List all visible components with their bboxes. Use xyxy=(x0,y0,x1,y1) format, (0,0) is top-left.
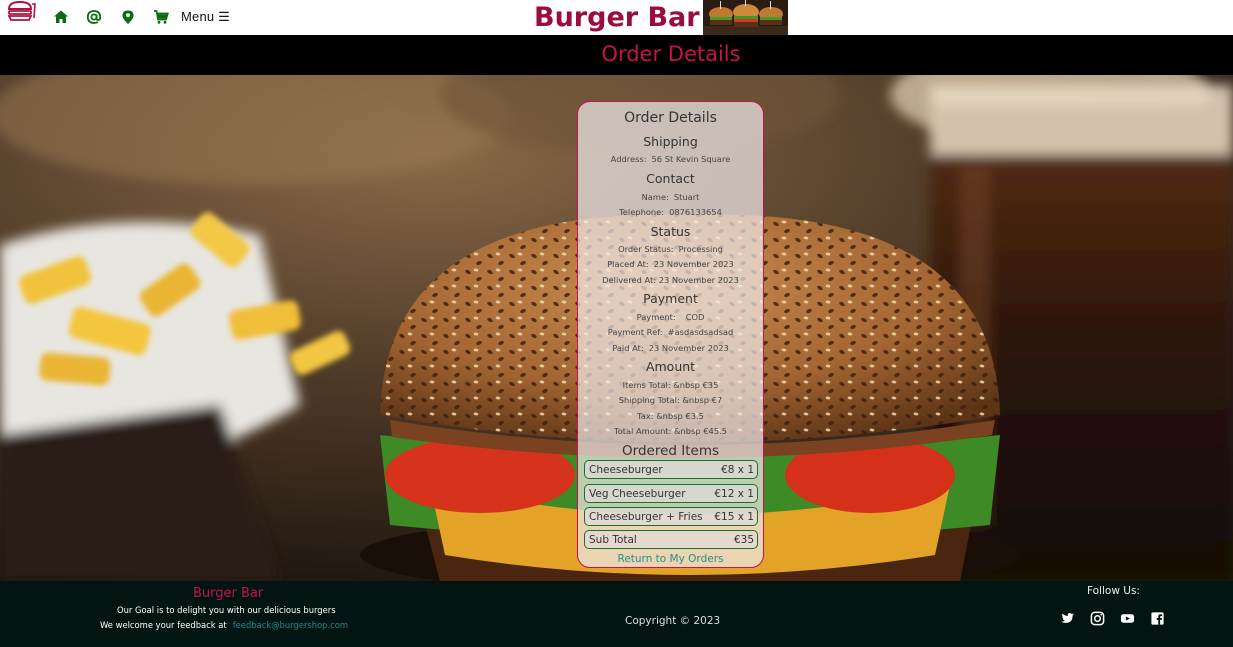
phone-label: Telephone: xyxy=(619,207,665,217)
page-title: Order Details xyxy=(601,42,741,66)
delivered-label: Delivered At: xyxy=(602,275,657,285)
card-title: Order Details xyxy=(624,110,717,126)
facebook-icon[interactable] xyxy=(1150,611,1165,626)
item-name: Cheeseburger xyxy=(589,464,663,476)
subtotal-value: €35 xyxy=(733,534,754,546)
ordered-item: Cheeseburger €8 x 1 xyxy=(584,460,758,479)
brand-title[interactable]: Burger Bar xyxy=(534,2,700,33)
home-icon[interactable] xyxy=(53,9,69,25)
contact-name: Name: Stuart xyxy=(578,192,763,202)
site-footer: Burger Bar Our Goal is to delight you wi… xyxy=(0,581,1233,647)
location-pin-icon[interactable] xyxy=(120,9,136,25)
placed-label: Placed At: xyxy=(607,259,649,269)
placed-at: Placed At: 23 November 2023 xyxy=(578,259,763,269)
order-details-card: Order Details Shipping Address: 56 St Kev… xyxy=(577,101,764,568)
burger-logo-icon[interactable] xyxy=(6,0,36,22)
ordered-item: Veg Cheeseburger €12 x 1 xyxy=(584,484,758,503)
page-title-bar: Order Details xyxy=(0,35,1233,75)
phone-value: 0876133654 xyxy=(669,207,722,217)
payment-method: Payment: COD xyxy=(578,312,763,322)
total-amount: Total Amount: &nbsp €45.5 xyxy=(613,426,728,436)
cart-icon[interactable] xyxy=(153,9,169,25)
instagram-icon[interactable] xyxy=(1090,611,1105,626)
ordered-item: Cheeseburger + Fries €15 x 1 xyxy=(584,507,758,526)
feedback-email-link[interactable]: feedback@burgershop.com xyxy=(233,620,348,630)
payment-method-label: Payment: xyxy=(636,312,676,322)
address-label: Address: xyxy=(610,154,647,164)
return-to-orders-link[interactable]: Return to My Orders xyxy=(578,553,763,565)
youtube-icon[interactable] xyxy=(1120,611,1135,626)
name-label: Name: xyxy=(641,192,669,202)
subtotal-label: Sub Total xyxy=(589,534,637,546)
item-price: €15 x 1 xyxy=(714,511,754,523)
contact-phone: Telephone: 0876133654 xyxy=(578,207,763,217)
paid-at: Paid At: 23 November 2023 xyxy=(578,343,763,353)
contact-heading: Contact xyxy=(646,171,695,186)
status-heading: Status xyxy=(650,224,691,239)
item-price: €8 x 1 xyxy=(721,464,754,476)
top-navbar: Menu ☰ Burger Bar xyxy=(0,0,1233,35)
follow-us-label: Follow Us: xyxy=(1087,585,1140,597)
payment-ref-label: Payment Ref: xyxy=(607,327,663,337)
subtotal-row: Sub Total €35 xyxy=(584,530,758,549)
shipping-total: Shipping Total: &nbsp €7 xyxy=(618,395,723,405)
burger-banner-image xyxy=(703,0,788,35)
item-name: Veg Cheeseburger xyxy=(589,488,686,500)
payment-ref-value: #asdasdsadsad xyxy=(667,327,734,337)
delivered-value: 23 November 2023 xyxy=(658,275,739,285)
menu-toggle-button[interactable]: Menu ☰ xyxy=(181,9,230,25)
payment-method-value: COD xyxy=(685,312,705,322)
ordered-items-heading: Ordered Items xyxy=(622,443,719,459)
order-status-value: Processing xyxy=(678,244,723,254)
delivered-at: Delivered At: 23 November 2023 xyxy=(578,275,763,285)
address-value: 56 St Kevin Square xyxy=(651,154,731,164)
tax-total: Tax: &nbsp €3.5 xyxy=(637,411,704,421)
payment-ref: Payment Ref: #asdasdsadsad xyxy=(578,327,763,337)
twitter-icon[interactable] xyxy=(1060,611,1075,626)
shipping-heading: Shipping xyxy=(643,134,698,149)
shipping-address: Address: 56 St Kevin Square xyxy=(578,154,763,164)
footer-goal-text: Our Goal is to delight you with our deli… xyxy=(117,605,336,615)
item-price: €12 x 1 xyxy=(714,488,754,500)
copyright-text: Copyright © 2023 xyxy=(625,615,721,627)
feedback-prefix: We welcome your feedback at xyxy=(100,620,227,630)
paid-label: Paid At: xyxy=(612,343,644,353)
amount-heading: Amount xyxy=(645,359,696,374)
footer-brand: Burger Bar xyxy=(193,586,264,601)
footer-feedback: We welcome your feedback at feedback@burg… xyxy=(100,620,348,630)
at-icon[interactable] xyxy=(86,9,102,25)
order-status-label: Order Status: xyxy=(618,244,674,254)
item-name: Cheeseburger + Fries xyxy=(589,511,703,523)
paid-value: 23 November 2023 xyxy=(648,343,729,353)
placed-value: 23 November 2023 xyxy=(653,259,734,269)
payment-heading: Payment xyxy=(643,291,698,306)
order-status: Order Status: Processing xyxy=(578,244,763,254)
items-total: Items Total: &nbsp €35 xyxy=(622,380,719,390)
name-value: Stuart xyxy=(673,192,700,202)
